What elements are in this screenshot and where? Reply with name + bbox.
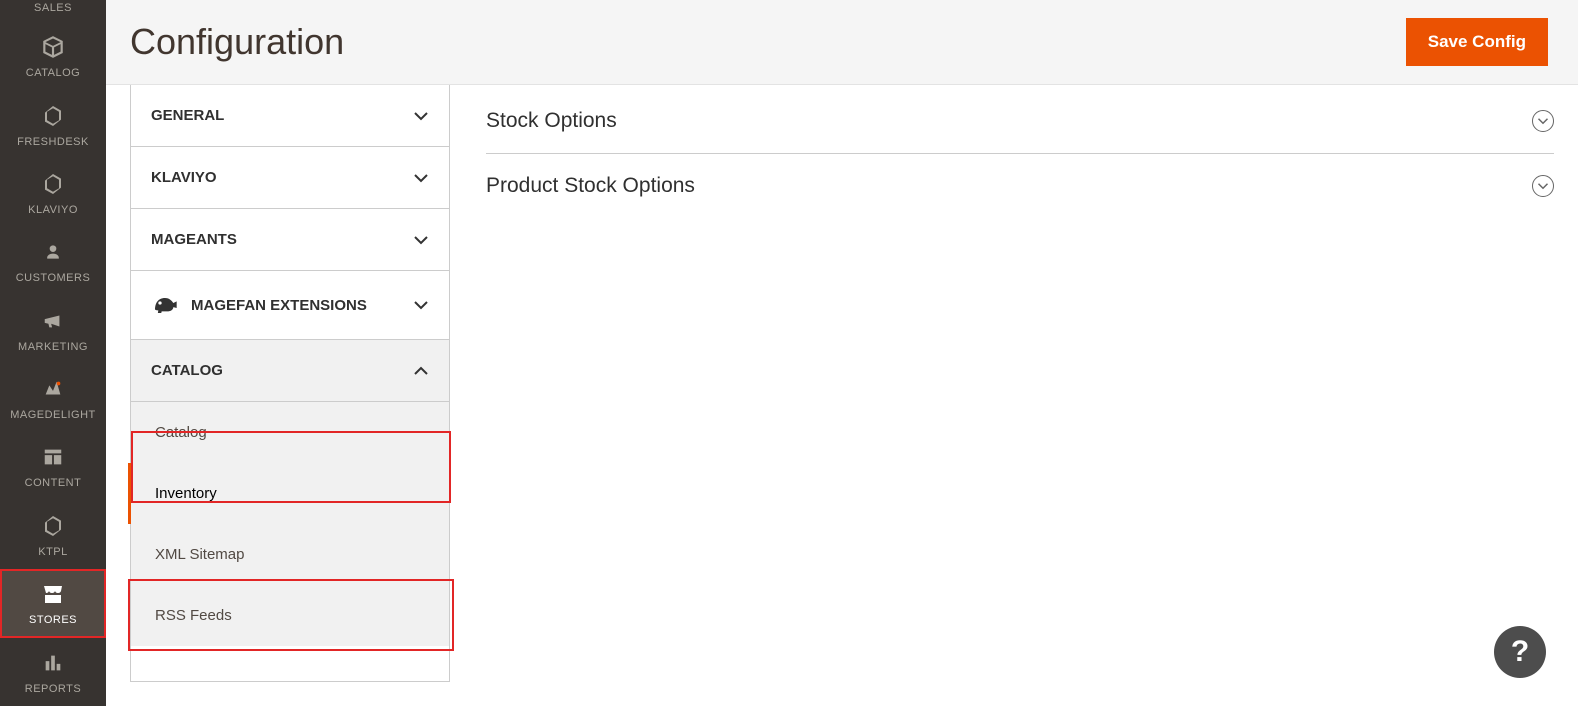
bullhorn-icon — [39, 307, 67, 335]
chevron-down-icon — [413, 297, 429, 313]
config-subitem-xml-sitemap[interactable]: XML Sitemap — [131, 524, 449, 585]
chevron-down-icon — [413, 232, 429, 248]
expand-down-icon — [1532, 175, 1554, 197]
magedelight-icon — [39, 375, 67, 403]
layout-icon — [39, 443, 67, 471]
nav-label: KLAVIYO — [28, 204, 78, 216]
nav-label: KTPL — [38, 546, 68, 558]
section-title: Product Stock Options — [486, 174, 695, 198]
config-sidebar: GENERAL KLAVIYO MAGEANTS MAGEFAN EXTENSI… — [130, 85, 450, 682]
nav-item-sales[interactable]: SALES — [0, 0, 106, 22]
config-section-label: GENERAL — [151, 107, 224, 124]
nav-item-catalog[interactable]: CATALOG — [0, 22, 106, 90]
hexagon-icon — [39, 102, 67, 130]
config-section-catalog-children: Catalog Inventory XML Sitemap RSS Feeds — [131, 401, 449, 646]
chevron-up-icon — [413, 363, 429, 379]
store-icon — [39, 580, 67, 608]
nav-item-freshdesk[interactable]: FRESHDESK — [0, 90, 106, 158]
nav-label: FRESHDESK — [17, 136, 89, 148]
config-section-general[interactable]: GENERAL — [131, 85, 449, 146]
nav-item-magedelight[interactable]: MAGEDELIGHT — [0, 364, 106, 432]
hexagon-icon — [39, 512, 67, 540]
nav-label: STORES — [29, 614, 77, 626]
page-body: GENERAL KLAVIYO MAGEANTS MAGEFAN EXTENSI… — [106, 85, 1578, 706]
nav-label: SALES — [34, 2, 72, 14]
nav-label: MARKETING — [18, 341, 88, 353]
nav-item-content[interactable]: CONTENT — [0, 432, 106, 500]
page-header: Configuration Save Config — [106, 0, 1578, 85]
config-section-label: CATALOG — [151, 362, 223, 379]
section-product-stock-options[interactable]: Product Stock Options — [486, 154, 1554, 218]
box-icon — [39, 33, 67, 61]
nav-item-ktpl[interactable]: KTPL — [0, 501, 106, 569]
help-button[interactable]: ? — [1494, 626, 1546, 678]
config-section-label: KLAVIYO — [151, 169, 217, 186]
config-subitem-catalog[interactable]: Catalog — [131, 402, 449, 463]
admin-sidebar: SALES CATALOG FRESHDESK KLAVIYO CUSTOMER… — [0, 0, 106, 706]
config-section-magefan[interactable]: MAGEFAN EXTENSIONS — [131, 270, 449, 339]
hexagon-icon — [39, 170, 67, 198]
nav-item-reports[interactable]: REPORTS — [0, 638, 106, 706]
chart-icon — [39, 649, 67, 677]
elephant-icon — [151, 293, 179, 317]
config-section-klaviyo[interactable]: KLAVIYO — [131, 146, 449, 208]
config-section-label: MAGEANTS — [151, 231, 237, 248]
page: Configuration Save Config GENERAL KLAVIY… — [106, 0, 1578, 706]
chevron-down-icon — [413, 170, 429, 186]
section-stock-options[interactable]: Stock Options — [486, 101, 1554, 154]
config-section-catalog[interactable]: CATALOG — [131, 339, 449, 401]
config-content: Stock Options Product Stock Options — [486, 85, 1554, 682]
page-title: Configuration — [130, 21, 344, 63]
section-title: Stock Options — [486, 109, 617, 133]
config-section-mageants[interactable]: MAGEANTS — [131, 208, 449, 270]
nav-label: REPORTS — [25, 683, 81, 695]
nav-label: CATALOG — [26, 67, 80, 79]
expand-down-icon — [1532, 110, 1554, 132]
nav-label: CUSTOMERS — [16, 272, 91, 284]
nav-label: CONTENT — [25, 477, 82, 489]
nav-item-klaviyo[interactable]: KLAVIYO — [0, 159, 106, 227]
config-subitem-inventory[interactable]: Inventory — [128, 463, 449, 524]
person-icon — [39, 238, 67, 266]
config-section-label: MAGEFAN EXTENSIONS — [151, 293, 367, 317]
nav-item-stores[interactable]: STORES — [0, 569, 106, 638]
chevron-down-icon — [413, 108, 429, 124]
config-subitem-rss-feeds[interactable]: RSS Feeds — [131, 585, 449, 646]
nav-item-customers[interactable]: CUSTOMERS — [0, 227, 106, 295]
nav-item-marketing[interactable]: MARKETING — [0, 295, 106, 363]
nav-label: MAGEDELIGHT — [10, 409, 96, 421]
save-config-button[interactable]: Save Config — [1406, 18, 1548, 66]
